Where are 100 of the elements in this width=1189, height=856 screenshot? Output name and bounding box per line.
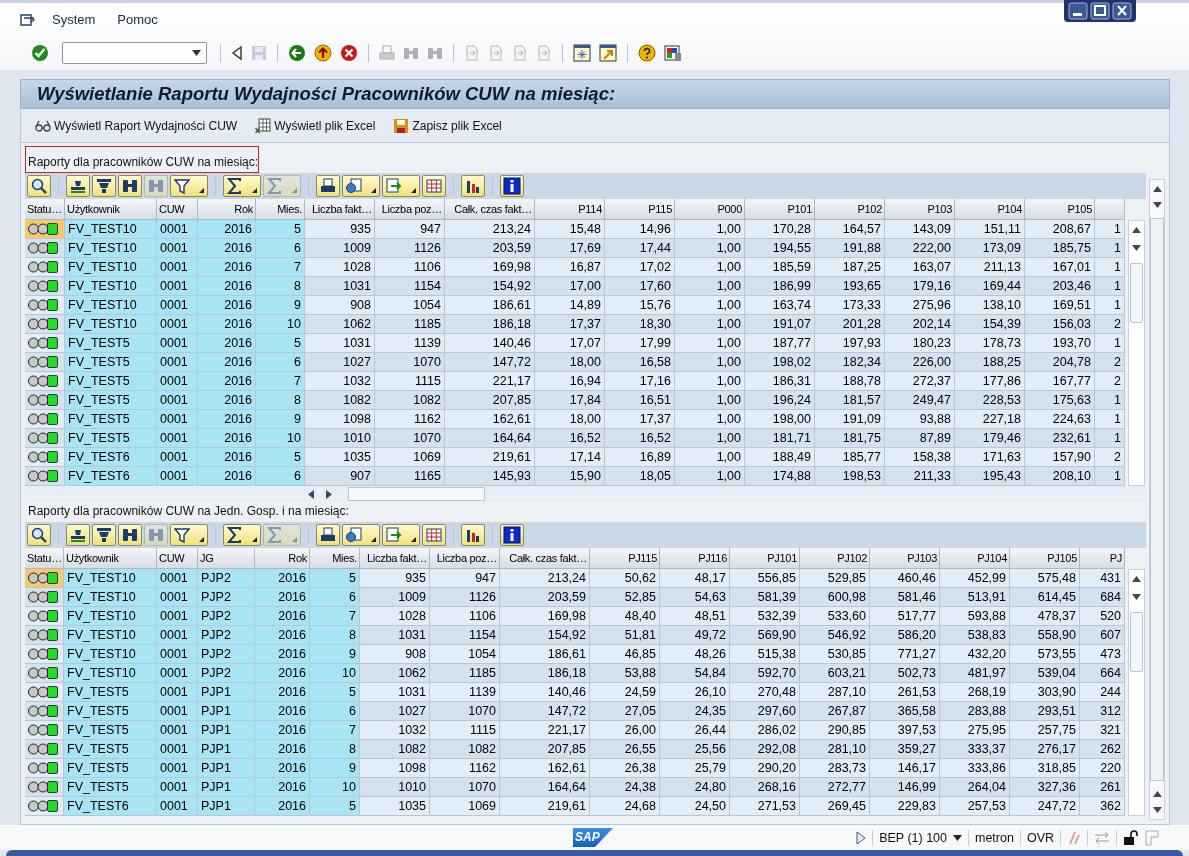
status-cell[interactable] — [25, 759, 64, 778]
command-field[interactable] — [62, 42, 207, 64]
column-header[interactable]: Całk. czas fakt… — [445, 199, 535, 220]
column-header[interactable]: PJ103 — [870, 548, 940, 569]
menu-item[interactable]: System — [48, 12, 100, 27]
sort-ascending-button[interactable] — [66, 175, 90, 197]
column-header[interactable]: P104 — [955, 199, 1025, 220]
find-button[interactable] — [118, 175, 142, 197]
status-cell[interactable] — [25, 721, 64, 740]
down-arrow-icon[interactable] — [1132, 594, 1141, 600]
show-report-button[interactable]: Wyświetl Raport Wydajności CUW — [33, 116, 240, 135]
views-button[interactable] — [342, 524, 380, 546]
shortcut-button[interactable] — [596, 42, 620, 64]
column-header[interactable]: Użytkownik — [65, 199, 157, 220]
scroll-thumb[interactable] — [1130, 263, 1143, 323]
sort-descending-button[interactable] — [92, 175, 116, 197]
new-session-button[interactable] — [570, 42, 594, 64]
column-header[interactable]: Całk. czas fakt… — [500, 548, 590, 569]
graphic-button[interactable] — [461, 524, 485, 546]
column-header[interactable]: Mies. — [310, 548, 360, 569]
print-button[interactable] — [316, 524, 340, 546]
padlock-icon[interactable] — [1123, 829, 1139, 846]
status-cell[interactable] — [25, 410, 65, 429]
status-cell[interactable] — [25, 645, 64, 664]
status-cell[interactable] — [25, 448, 65, 467]
column-header[interactable]: P000 — [675, 199, 745, 220]
up-arrow-icon[interactable] — [1152, 791, 1162, 797]
filter-button[interactable] — [170, 175, 208, 197]
down-arrow-icon[interactable] — [1132, 245, 1141, 251]
show-excel-button[interactable]: Wyświetl plik Excel — [253, 115, 378, 136]
sum-button[interactable] — [223, 175, 261, 197]
scroll-thumb[interactable] — [1150, 218, 1164, 781]
status-cell[interactable] — [25, 353, 65, 372]
column-header[interactable]: PJ101 — [730, 548, 800, 569]
status-cell[interactable] — [25, 626, 64, 645]
column-header[interactable]: P115 — [605, 199, 675, 220]
column-header[interactable]: P102 — [815, 199, 885, 220]
status-cell[interactable] — [25, 258, 65, 277]
sort-descending-button[interactable] — [92, 524, 116, 546]
down-arrow-icon[interactable] — [1152, 807, 1162, 813]
right-arrow-icon[interactable] — [326, 489, 332, 499]
export-button[interactable] — [382, 524, 420, 546]
status-cell[interactable] — [25, 391, 65, 410]
column-header[interactable]: CUW — [157, 199, 198, 220]
status-cell[interactable] — [25, 664, 64, 683]
column-header[interactable]: Liczba poz… — [375, 199, 445, 220]
column-header[interactable]: PJ105 — [1010, 548, 1080, 569]
graphic-button[interactable] — [461, 175, 485, 197]
views-button[interactable] — [342, 175, 380, 197]
insert-mode[interactable]: OVR — [1026, 830, 1054, 845]
column-header[interactable]: P114 — [535, 199, 605, 220]
column-header[interactable]: P103 — [885, 199, 955, 220]
column-header[interactable]: Liczba poz… — [430, 548, 500, 569]
minimize-button[interactable] — [1068, 2, 1088, 20]
menu-item[interactable]: Pomoc — [113, 12, 162, 27]
layout-button[interactable] — [422, 524, 446, 546]
column-header[interactable]: P101 — [745, 199, 815, 220]
print-button[interactable] — [316, 175, 340, 197]
export-button[interactable] — [382, 175, 420, 197]
up-arrow-icon[interactable] — [1152, 186, 1162, 192]
system-info[interactable]: BEP (1) 100 — [879, 830, 947, 845]
vertical-scrollbar[interactable] — [1128, 220, 1145, 486]
up-arrow-icon[interactable] — [1132, 576, 1141, 582]
column-header[interactable]: P105 — [1025, 199, 1095, 220]
column-header[interactable]: Liczba fakt… — [305, 199, 375, 220]
column-header[interactable]: PJ — [1080, 548, 1125, 569]
close-button[interactable] — [1112, 2, 1132, 20]
column-header[interactable]: Rok — [198, 199, 256, 220]
status-cell[interactable] — [25, 683, 64, 702]
status-cell[interactable] — [25, 372, 65, 391]
column-header[interactable]: Rok — [255, 548, 310, 569]
find-button[interactable] — [118, 524, 142, 546]
info-button[interactable] — [500, 524, 524, 546]
dropdown-icon[interactable] — [953, 834, 962, 841]
column-header[interactable]: PJ115 — [590, 548, 660, 569]
column-header[interactable]: CUW — [157, 548, 198, 569]
column-header[interactable]: Mies. — [256, 199, 305, 220]
transfer-icon[interactable] — [1094, 831, 1110, 844]
column-header[interactable]: Użytkownik — [64, 548, 157, 569]
scroll-thumb[interactable] — [348, 487, 485, 501]
column-header[interactable]: Statu… — [25, 199, 65, 220]
status-cell[interactable] — [25, 797, 64, 816]
column-header[interactable]: PJ116 — [660, 548, 730, 569]
dropdown-icon[interactable] — [192, 50, 201, 56]
left-arrow-icon[interactable] — [308, 489, 314, 499]
column-header[interactable]: PJ104 — [940, 548, 1010, 569]
column-header[interactable]: PJ102 — [800, 548, 870, 569]
column-header[interactable]: Liczba fakt… — [360, 548, 430, 569]
status-cell[interactable] — [25, 588, 64, 607]
column-header[interactable]: JG — [198, 548, 255, 569]
details-button[interactable] — [27, 175, 51, 197]
sort-ascending-button[interactable] — [66, 524, 90, 546]
exit-button[interactable] — [311, 42, 335, 64]
info-button[interactable] — [500, 175, 524, 197]
down-arrow-icon[interactable] — [1152, 202, 1162, 208]
status-cell[interactable] — [25, 277, 65, 296]
status-cell[interactable] — [25, 334, 65, 353]
vertical-scrollbar[interactable] — [1128, 569, 1145, 816]
menu-icon[interactable] — [20, 12, 36, 27]
play-icon[interactable] — [856, 830, 867, 845]
